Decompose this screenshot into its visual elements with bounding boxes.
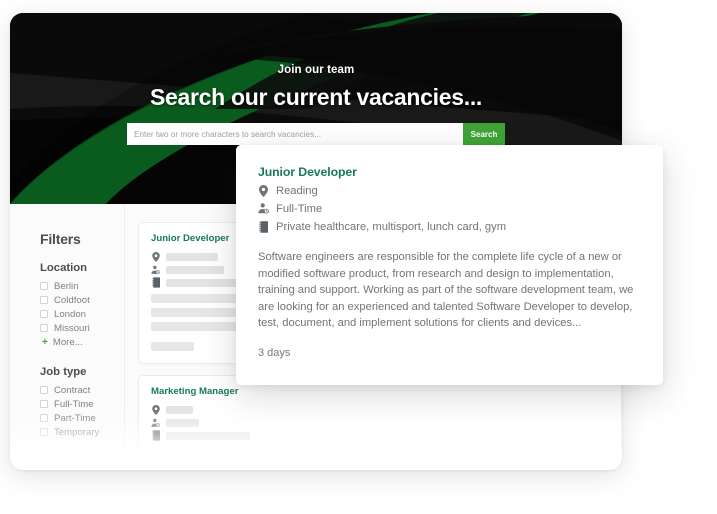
job-detail-location-row: Reading bbox=[258, 184, 641, 197]
checkbox-icon[interactable] bbox=[40, 428, 48, 436]
hero-eyebrow: Join our team bbox=[277, 64, 355, 76]
job-detail-benefits-row: Private healthcare, multisport, lunch ca… bbox=[258, 220, 641, 233]
show-more-locations-button[interactable]: + More... bbox=[42, 335, 124, 349]
filter-option-label: Missouri bbox=[54, 322, 90, 334]
job-detail-title: Junior Developer bbox=[258, 165, 357, 179]
filters-title: Filters bbox=[40, 231, 81, 247]
search-input[interactable] bbox=[127, 123, 463, 145]
filter-option-label: Full-Time bbox=[54, 398, 94, 410]
job-list-item-benefits bbox=[151, 429, 609, 442]
filter-option-label: Berlin bbox=[54, 280, 79, 292]
checkbox-icon[interactable] bbox=[40, 282, 48, 290]
checkbox-icon[interactable] bbox=[40, 414, 48, 422]
filter-option-label: Part-Time bbox=[54, 412, 96, 424]
filter-group-job-type: Job type Contract Full-Time Part-Time Te… bbox=[40, 366, 124, 439]
job-list-item[interactable]: Marketing Manager bbox=[138, 375, 622, 455]
checkbox-icon[interactable] bbox=[40, 324, 48, 332]
benefits-card-icon bbox=[258, 220, 269, 233]
filters-sidebar: Filters Location Berlin Coldfoot London bbox=[10, 204, 125, 470]
skeleton-bar bbox=[151, 342, 194, 351]
show-more-label: More... bbox=[52, 336, 83, 348]
checkbox-icon[interactable] bbox=[40, 296, 48, 304]
job-detail-type: Full-Time bbox=[276, 202, 323, 215]
job-detail-description: Software engineers are responsible for t… bbox=[258, 251, 634, 329]
filter-option-missouri[interactable]: Missouri bbox=[40, 321, 124, 335]
page-title: Search our current vacancies... bbox=[149, 84, 483, 110]
filter-option-temporary[interactable]: Temporary bbox=[40, 425, 124, 439]
skeleton-bar bbox=[166, 431, 250, 440]
filter-option-berlin[interactable]: Berlin bbox=[40, 279, 124, 293]
filter-option-label: Coldfoot bbox=[54, 294, 90, 306]
checkbox-icon[interactable] bbox=[40, 386, 48, 394]
person-clock-icon bbox=[151, 417, 160, 428]
skeleton-bar bbox=[166, 405, 193, 414]
job-detail-benefits: Private healthcare, multisport, lunch ca… bbox=[276, 220, 507, 233]
map-pin-icon bbox=[258, 184, 269, 197]
benefits-card-icon bbox=[151, 430, 160, 441]
filter-option-london[interactable]: London bbox=[40, 307, 124, 321]
checkbox-icon[interactable] bbox=[40, 310, 48, 318]
skeleton-bar bbox=[166, 252, 218, 261]
job-detail-age: 3 days bbox=[258, 346, 291, 359]
person-clock-icon bbox=[258, 202, 269, 215]
filter-group-location: Location Berlin Coldfoot London Missouri… bbox=[40, 262, 124, 349]
search-bar: Search bbox=[127, 123, 505, 145]
filter-option-part-time[interactable]: Part-Time bbox=[40, 411, 124, 425]
checkbox-icon[interactable] bbox=[40, 400, 48, 408]
filter-option-full-time[interactable]: Full-Time bbox=[40, 397, 124, 411]
job-detail-card: Junior Developer Reading Full-Time Priva… bbox=[236, 145, 663, 385]
filter-heading-job-type: Job type bbox=[40, 366, 87, 378]
filter-heading-location: Location bbox=[40, 262, 88, 274]
filter-option-label: Temporary bbox=[54, 426, 100, 438]
plus-icon: + bbox=[42, 336, 48, 348]
map-pin-icon bbox=[151, 404, 160, 415]
job-list-item[interactable] bbox=[138, 466, 622, 470]
screenshot-stage: Join our team Search our current vacanci… bbox=[0, 0, 717, 514]
job-detail-type-row: Full-Time bbox=[258, 202, 641, 215]
skeleton-bar bbox=[166, 418, 199, 427]
skeleton-bar bbox=[166, 265, 224, 274]
job-detail-location: Reading bbox=[276, 184, 318, 197]
filter-option-contract[interactable]: Contract bbox=[40, 383, 124, 397]
benefits-card-icon bbox=[151, 277, 160, 288]
job-list-item-title: Marketing Manager bbox=[151, 386, 239, 397]
filter-option-coldfoot[interactable]: Coldfoot bbox=[40, 293, 124, 307]
job-list-item-type bbox=[151, 416, 609, 429]
job-list-item-location bbox=[151, 403, 609, 416]
search-button[interactable]: Search bbox=[463, 123, 505, 145]
map-pin-icon bbox=[151, 251, 160, 262]
person-clock-icon bbox=[151, 264, 160, 275]
filter-option-label: London bbox=[54, 308, 87, 320]
filter-option-label: Contract bbox=[54, 384, 91, 396]
